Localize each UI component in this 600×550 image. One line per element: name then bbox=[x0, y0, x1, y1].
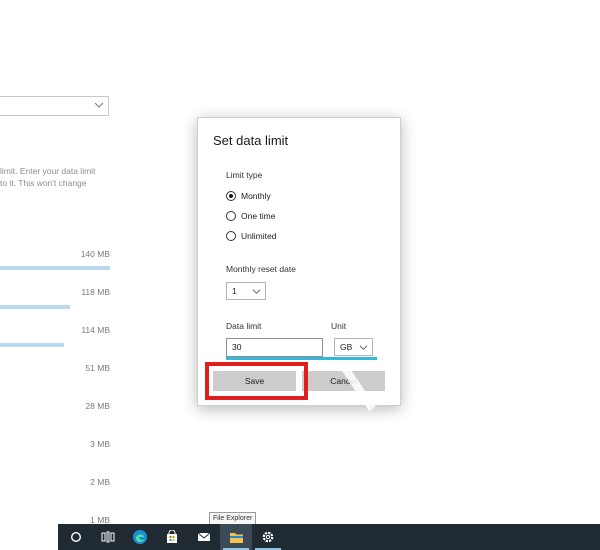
cancel-button[interactable]: Cancel bbox=[302, 371, 385, 391]
radio-monthly[interactable]: Monthly bbox=[226, 189, 271, 203]
usage-amount: 28 MB bbox=[85, 401, 110, 411]
background-description-line: limit. Enter your data limit bbox=[0, 166, 96, 176]
background-description-line: to it. This won't change bbox=[0, 178, 87, 188]
file-explorer-icon[interactable] bbox=[220, 524, 252, 550]
unit-value: GB bbox=[340, 342, 353, 352]
limit-type-label: Limit type bbox=[226, 170, 263, 180]
reset-date-select[interactable]: 1 bbox=[226, 282, 266, 300]
usage-amount: 3 MB bbox=[90, 439, 110, 449]
edge-icon[interactable] bbox=[124, 524, 156, 550]
mail-icon[interactable] bbox=[188, 524, 220, 550]
unit-select[interactable]: GB bbox=[334, 338, 373, 356]
radio-one-time[interactable]: One time bbox=[226, 209, 276, 223]
radio-label: Unlimited bbox=[241, 231, 277, 241]
usage-amount: 114 MB bbox=[81, 325, 110, 335]
settings-icon[interactable] bbox=[252, 524, 284, 550]
save-button[interactable]: Save bbox=[213, 371, 296, 391]
search-circle-icon[interactable] bbox=[60, 524, 92, 550]
radio-indicator bbox=[226, 231, 236, 241]
usage-amount: 118 MB bbox=[81, 287, 110, 297]
task-view-icon[interactable] bbox=[92, 524, 124, 550]
usage-bar bbox=[0, 305, 70, 309]
set-data-limit-dialog: Set data limit Limit type Monthly One ti… bbox=[197, 117, 401, 406]
radio-label: One time bbox=[241, 211, 276, 221]
reset-date-value: 1 bbox=[232, 286, 237, 296]
reset-date-label: Monthly reset date bbox=[226, 264, 296, 274]
data-limit-label: Data limit bbox=[226, 321, 262, 331]
chevron-down-icon bbox=[359, 345, 368, 350]
chevron-down-icon bbox=[94, 102, 104, 108]
chevron-down-icon bbox=[252, 289, 261, 294]
dialog-title: Set data limit bbox=[213, 133, 289, 148]
usage-bar bbox=[0, 343, 64, 347]
radio-indicator bbox=[226, 191, 236, 201]
radio-label: Monthly bbox=[241, 191, 271, 201]
radio-unlimited[interactable]: Unlimited bbox=[226, 229, 276, 243]
focus-underline bbox=[226, 357, 377, 360]
store-icon[interactable] bbox=[156, 524, 188, 550]
radio-indicator bbox=[226, 211, 236, 221]
usage-bar bbox=[0, 266, 110, 270]
usage-amount: 2 MB bbox=[90, 477, 110, 487]
unit-label: Unit bbox=[331, 321, 347, 331]
usage-amount: 51 MB bbox=[85, 363, 110, 373]
data-limit-input[interactable]: 30 bbox=[226, 338, 323, 357]
usage-amount: 140 MB bbox=[80, 249, 110, 259]
taskbar bbox=[58, 524, 600, 550]
background-dropdown[interactable] bbox=[0, 96, 109, 116]
